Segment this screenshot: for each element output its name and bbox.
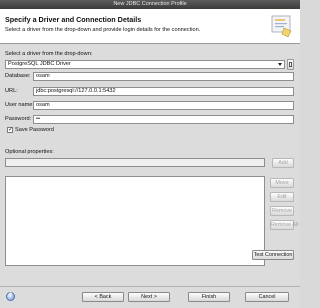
banner-title: Specify a Driver and Connection Details (5, 15, 142, 24)
database-wizard-icon (271, 15, 292, 38)
banner-description: Select a driver from the drop-down and p… (5, 27, 201, 33)
finish-button[interactable]: Finish (188, 292, 230, 302)
window-title-bar: New JDBC Connection Profile (0, 0, 300, 9)
remove-property-button[interactable]: Remove (270, 206, 294, 216)
save-password-checkbox[interactable]: ✓ (7, 127, 13, 133)
username-field[interactable]: osam (33, 101, 294, 110)
test-connection-button[interactable]: Test Connection (252, 250, 294, 260)
url-label: URL: (5, 88, 18, 94)
database-label: Database: (5, 73, 31, 79)
edit-driver-icon (289, 62, 292, 67)
edit-driver-button[interactable] (287, 59, 294, 70)
driver-dropdown[interactable]: PostgreSQL JDBC Driver (5, 60, 285, 69)
optional-property-input[interactable] (5, 158, 265, 167)
url-field[interactable]: jdbc:postgresql://127.0.0.1:5432 (33, 87, 294, 96)
password-label: Password: (5, 116, 32, 122)
username-label: User name: (5, 102, 34, 108)
database-field[interactable]: osam (33, 72, 294, 81)
chevron-down-icon (278, 63, 282, 66)
help-icon[interactable]: ? (6, 292, 15, 301)
optional-properties-list[interactable] (5, 176, 265, 266)
wizard-footer: ? < Back Next > Finish Cancel (0, 287, 300, 308)
driver-dropdown-value: PostgreSQL JDBC Driver (8, 61, 71, 67)
back-button[interactable]: < Back (82, 292, 124, 302)
move-property-button[interactable]: Move (270, 178, 294, 188)
wizard-banner: Specify a Driver and Connection Details … (0, 9, 300, 44)
save-password-label: Save Password (15, 127, 54, 133)
optional-properties-label: Optional properties: (5, 149, 54, 155)
add-property-button[interactable]: Add (272, 158, 294, 168)
edit-property-button[interactable]: Edit (270, 192, 294, 202)
cancel-button[interactable]: Cancel (245, 292, 289, 302)
window-title: New JDBC Connection Profile (113, 1, 187, 7)
password-field[interactable]: •• (33, 115, 294, 124)
remove-all-properties-button[interactable]: Remove All (270, 220, 298, 230)
next-button[interactable]: Next > (128, 292, 170, 302)
driver-select-label: Select a driver from the drop-down: (5, 51, 93, 57)
wizard-content: Select a driver from the drop-down: Post… (0, 44, 300, 286)
